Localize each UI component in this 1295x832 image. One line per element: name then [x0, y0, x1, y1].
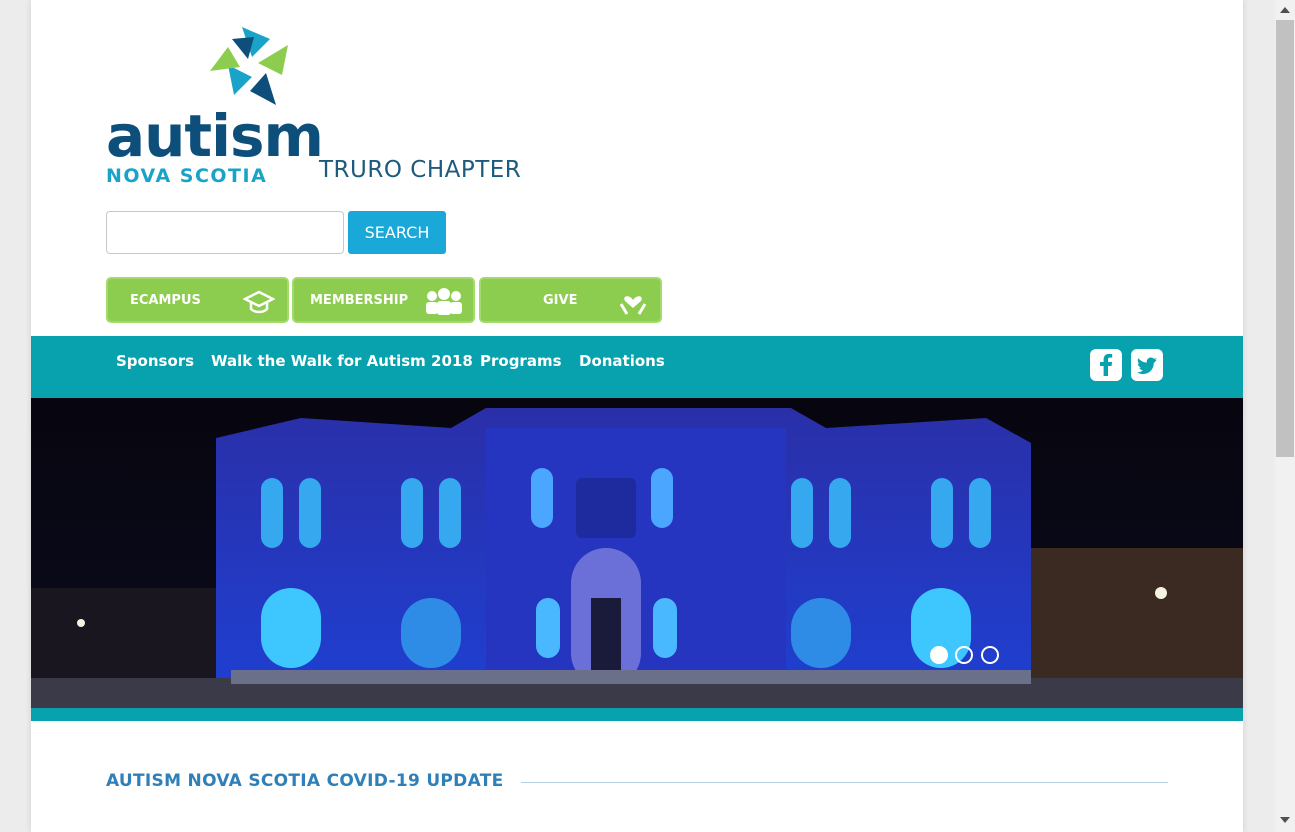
- people-icon: [426, 288, 462, 315]
- scrollbar-thumb[interactable]: [1276, 20, 1294, 457]
- search-input[interactable]: [106, 211, 344, 254]
- section-title: AUTISM NOVA SCOTIA COVID-19 UPDATE: [106, 771, 504, 791]
- hero-bottom-bar: [31, 708, 1243, 721]
- give-button[interactable]: GIVE: [479, 277, 662, 323]
- scroll-up-arrow-icon[interactable]: [1280, 7, 1290, 13]
- facebook-icon[interactable]: [1090, 349, 1122, 381]
- nav-item-sponsors[interactable]: Sponsors: [116, 352, 194, 370]
- slider-dot-3[interactable]: [981, 646, 999, 664]
- nav-item-walk-the-walk[interactable]: Walk the Walk for Autism 2018: [211, 352, 473, 370]
- slider-dot-2[interactable]: [955, 646, 973, 664]
- search-button[interactable]: SEARCH: [348, 211, 446, 254]
- give-label: GIVE: [543, 293, 578, 308]
- logo-subtitle: NOVA SCOTIA: [106, 165, 268, 187]
- main-nav: Sponsors Walk the Walk for Autism 2018 P…: [31, 336, 1243, 398]
- heart-hands-icon: [619, 296, 647, 315]
- chapter-title: TRURO CHAPTER: [319, 157, 522, 183]
- ecampus-label: ECAMPUS: [130, 293, 201, 308]
- slider-dot-1[interactable]: [930, 646, 948, 664]
- twitter-icon[interactable]: [1131, 349, 1163, 381]
- nav-item-donations[interactable]: Donations: [579, 352, 665, 370]
- scroll-down-arrow-icon[interactable]: [1280, 817, 1290, 823]
- membership-label: MEMBERSHIP: [310, 293, 409, 308]
- autism-nova-scotia-logo[interactable]: autism NOVA SCOTIA: [106, 25, 324, 187]
- nav-item-programs[interactable]: Programs: [480, 352, 562, 370]
- section-divider: [521, 782, 1168, 783]
- pinwheel-logo-icon: [210, 27, 288, 105]
- ecampus-button[interactable]: ECAMPUS: [106, 277, 289, 323]
- page: autism NOVA SCOTIA TRURO CHAPTER SEARCH …: [31, 0, 1243, 832]
- hero-slider-image: [31, 398, 1243, 708]
- graduation-cap-icon: [243, 290, 275, 314]
- membership-button[interactable]: MEMBERSHIP: [292, 277, 475, 323]
- logo-wordmark: autism: [106, 102, 324, 170]
